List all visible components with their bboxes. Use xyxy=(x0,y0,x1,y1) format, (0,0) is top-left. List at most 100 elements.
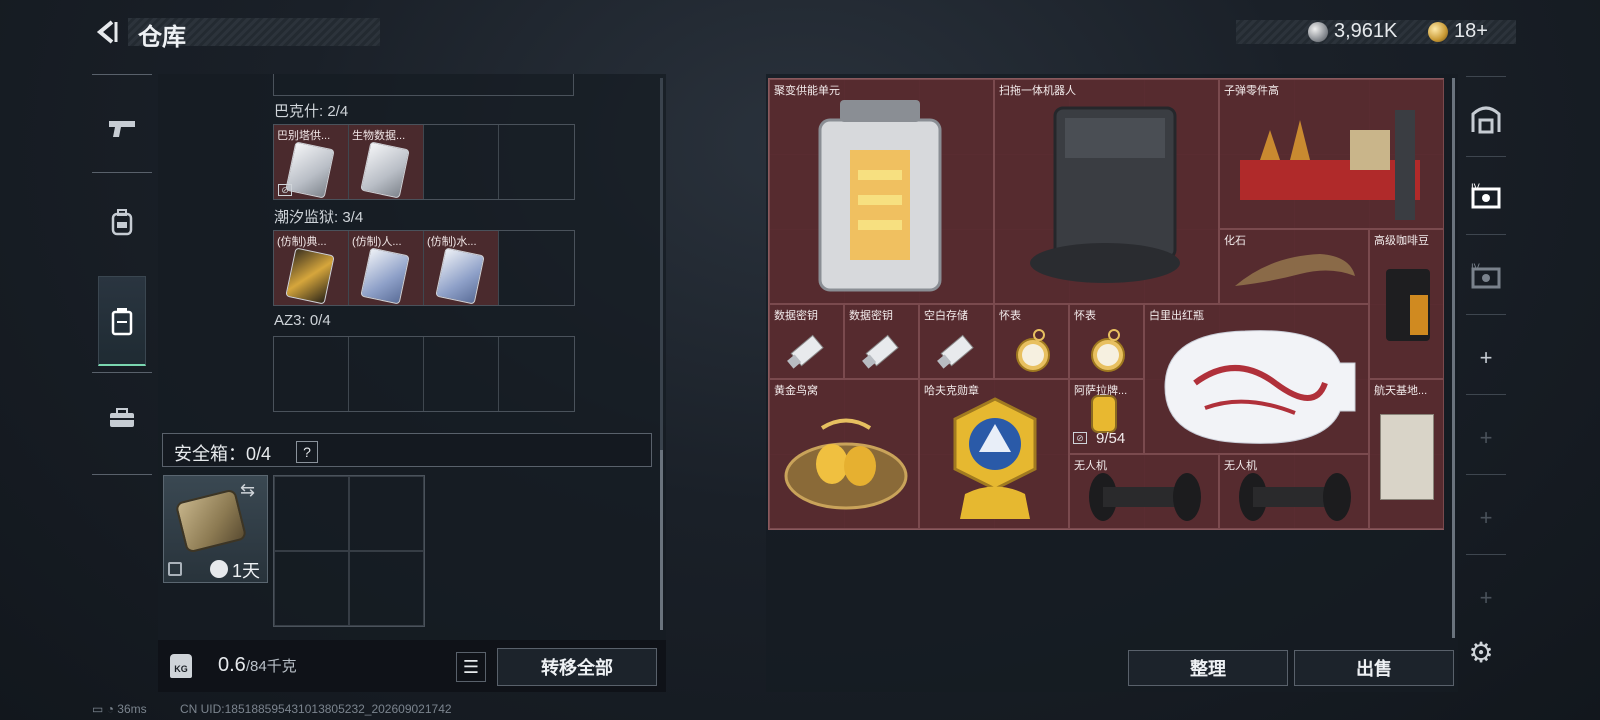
battery-icon: ▭ xyxy=(92,702,104,716)
pistol-icon[interactable] xyxy=(104,112,140,144)
empty-slot[interactable] xyxy=(424,125,499,199)
vase-image xyxy=(1164,330,1356,444)
slot-item[interactable]: 生物数据... xyxy=(349,125,424,199)
stash-item[interactable]: 数据密钥 xyxy=(769,304,844,379)
silver-amount: 3,961K xyxy=(1334,20,1398,42)
group-label-az3: AZ3: 0/4 xyxy=(274,312,331,329)
slot-item[interactable]: (仿制)人... xyxy=(349,231,424,305)
stash-item[interactable]: 哈夫克勋章 xyxy=(919,379,1069,529)
empty-slot[interactable] xyxy=(274,476,349,551)
stash-item[interactable]: 高级咖啡豆 xyxy=(1369,229,1444,379)
swap-icon[interactable]: ⇆ xyxy=(240,480,255,501)
item-name: 聚变供能单元 xyxy=(774,85,840,97)
right-sidebar-divider xyxy=(1466,394,1506,395)
slot-row-bakeshi: 巴别塔供... ⊘ 生物数据... xyxy=(273,124,575,200)
stash-item[interactable]: 阿萨拉牌... ⊘ 9/54 xyxy=(1069,379,1144,454)
robot-image xyxy=(1030,106,1180,283)
toolbox-icon[interactable] xyxy=(104,402,140,434)
stash-item[interactable]: 数据密钥 xyxy=(844,304,919,379)
item-name: 白里出红瓶 xyxy=(1149,310,1204,322)
pocket-watch-image xyxy=(1016,329,1050,372)
slot-item-name: (仿制)典... xyxy=(277,236,327,248)
group-label-bakeshi: 巴克什: 2/4 xyxy=(274,103,349,120)
weight-max: /84千克 xyxy=(245,658,297,675)
help-button[interactable]: ? xyxy=(296,441,318,463)
slot-item-name: (仿制)人... xyxy=(352,236,402,248)
gear-icon[interactable]: ⚙ xyxy=(1466,638,1496,668)
right-sidebar-divider xyxy=(1466,156,1506,157)
item-name: 扫拖一体机器人 xyxy=(999,85,1076,97)
keycard-image xyxy=(360,247,410,305)
group-label-tide-prison: 潮汐监狱: 3/4 xyxy=(274,209,364,226)
stash-item[interactable]: 黄金鸟窝 xyxy=(769,379,919,529)
stash-item[interactable]: 无人机 xyxy=(1069,454,1219,529)
stash-item[interactable]: 怀表 xyxy=(994,304,1069,379)
stash-item[interactable]: 无人机 xyxy=(1219,454,1369,529)
sort-button[interactable]: 整理 xyxy=(1128,650,1288,686)
empty-slot[interactable] xyxy=(349,476,424,551)
item-name: 数据密钥 xyxy=(774,310,818,322)
empty-slot[interactable] xyxy=(274,337,349,411)
warehouse-home-icon[interactable] xyxy=(1466,100,1506,136)
gold-amount[interactable]: 18+ xyxy=(1454,20,1488,43)
no-carry-icon: ⊘ xyxy=(278,184,292,196)
sidebar-divider xyxy=(92,372,152,373)
stash-item[interactable]: 聚变供能单元 xyxy=(769,79,994,304)
add-stash-icon[interactable]: + xyxy=(1466,340,1506,376)
slot-item-name: (仿制)水... xyxy=(427,236,477,248)
back-arrow-icon[interactable] xyxy=(92,18,120,46)
sell-button[interactable]: 出售 xyxy=(1294,650,1454,686)
stash-item[interactable]: 空白存储 xyxy=(919,304,994,379)
safe-box-grid xyxy=(273,475,425,627)
empty-slot[interactable] xyxy=(499,231,574,305)
stash-item[interactable]: 化石 xyxy=(1219,229,1369,304)
empty-slot[interactable] xyxy=(424,337,499,411)
reactor-image xyxy=(818,100,942,292)
right-sidebar-divider xyxy=(1466,554,1506,555)
add-stash-icon: + xyxy=(1479,585,1493,610)
list-view-button[interactable]: ☰ xyxy=(456,652,486,682)
ping-text: 36ms xyxy=(117,702,147,716)
partial-slot-row xyxy=(273,74,574,96)
stash-grid: 聚变供能单元 扫拖一体机器人 子弹零件高 化石 高级咖啡豆 数据密钥 数据密钥 … xyxy=(768,78,1444,530)
silver-coin-icon xyxy=(1308,22,1328,42)
keycard-image xyxy=(285,247,335,305)
empty-slot[interactable] xyxy=(349,337,424,411)
weight-readout: 0.6/84千克 xyxy=(218,654,297,677)
vest-icon[interactable] xyxy=(104,306,140,338)
map-image xyxy=(1380,414,1434,500)
fossil-image xyxy=(1235,254,1355,286)
transfer-all-button[interactable]: 转移全部 xyxy=(497,648,657,686)
no-carry-icon: ⊘ xyxy=(1073,432,1087,444)
item-name: 航天基地... xyxy=(1374,385,1428,397)
stash-scrollbar[interactable] xyxy=(1452,78,1455,638)
empty-slot[interactable] xyxy=(499,125,574,199)
stash-tier-4b-icon[interactable]: IV xyxy=(1466,258,1506,294)
gold-coin-icon xyxy=(1428,22,1448,42)
right-sidebar-divider xyxy=(1466,314,1506,315)
empty-slot[interactable] xyxy=(349,551,424,626)
svg-text:IV: IV xyxy=(1471,263,1481,273)
sidebar-divider xyxy=(92,474,152,475)
lighter-image xyxy=(1091,395,1117,433)
stash-item[interactable]: 航天基地... xyxy=(1369,379,1444,529)
stash-item[interactable]: 子弹零件高 xyxy=(1219,79,1444,229)
slot-item[interactable]: (仿制)水... xyxy=(424,231,499,305)
empty-slot[interactable] xyxy=(274,551,349,626)
stash-item[interactable]: 怀表 xyxy=(1069,304,1144,379)
slot-item[interactable]: (仿制)典... xyxy=(274,231,349,305)
slot-row-az3 xyxy=(273,336,575,412)
backpack-icon[interactable] xyxy=(104,206,140,238)
golden-nest-image xyxy=(784,418,908,510)
sidebar-divider xyxy=(92,172,152,173)
slot-item[interactable]: 巴别塔供... ⊘ xyxy=(274,125,349,199)
stash-tier-4-icon[interactable]: IV xyxy=(1466,178,1506,214)
stash-item[interactable]: 白里出红瓶 xyxy=(1144,304,1369,454)
stash-item[interactable]: 扫拖一体机器人 xyxy=(994,79,1219,304)
left-scrollbar-thumb[interactable] xyxy=(660,450,663,630)
item-name: 怀表 xyxy=(999,310,1021,322)
pocket-watch-image xyxy=(1091,329,1125,372)
empty-slot[interactable] xyxy=(499,337,574,411)
parts-image xyxy=(1240,110,1420,220)
sidebar-divider xyxy=(92,74,152,75)
